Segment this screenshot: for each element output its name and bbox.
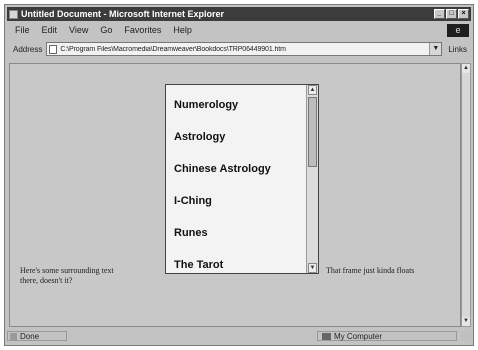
page-scroll-down-button[interactable]: ▼ — [462, 317, 470, 326]
floating-frame[interactable]: Numerology Astrology Chinese Astrology I… — [165, 84, 319, 274]
iframe-scroll-down-button[interactable]: ▼ — [308, 263, 317, 273]
title-bar: Untitled Document - Microsoft Internet E… — [7, 7, 471, 21]
surrounding-text-left-2: there, doesn't it? — [20, 276, 73, 285]
page-scroll-up-button[interactable]: ▲ — [462, 64, 470, 73]
iframe-scroll-up-button[interactable]: ▲ — [308, 85, 317, 95]
maximize-icon: □ — [449, 10, 454, 17]
iframe-scroll-thumb[interactable] — [308, 97, 317, 167]
iframe-item-chinese-astrology[interactable]: Chinese Astrology — [174, 153, 271, 185]
page-status-icon — [10, 332, 17, 340]
address-label: Address — [13, 44, 43, 54]
security-zone-panel: My Computer — [317, 331, 457, 341]
menu-bar: File Edit View Go Favorites Help — [7, 23, 471, 37]
close-button[interactable]: × — [458, 9, 469, 19]
menu-file[interactable]: File — [15, 25, 30, 35]
maximize-button[interactable]: □ — [446, 9, 457, 19]
status-done-panel: Done — [7, 331, 67, 341]
status-text: Done — [20, 331, 40, 341]
address-value[interactable]: C:\Program Files\Macromedia\Dreamweaver\… — [60, 46, 429, 53]
browser-window: Untitled Document - Microsoft Internet E… — [4, 4, 474, 346]
surrounding-text-left: Here's some surrounding text — [20, 266, 114, 275]
resize-grip[interactable] — [461, 331, 471, 341]
page-content: Here's some surrounding text there, does… — [9, 63, 461, 327]
iframe-item-tarot[interactable]: The Tarot — [174, 249, 271, 273]
links-button[interactable]: Links — [448, 45, 467, 54]
menu-go[interactable]: Go — [100, 25, 112, 35]
ie-app-icon — [9, 9, 18, 19]
iframe-item-numerology[interactable]: Numerology — [174, 89, 271, 121]
status-bar: Done My Computer — [7, 330, 471, 342]
iframe-scrollbar[interactable]: ▲ ▼ — [306, 85, 318, 273]
page-icon — [49, 44, 58, 54]
minimize-icon: _ — [437, 10, 442, 17]
address-field[interactable]: C:\Program Files\Macromedia\Dreamweaver\… — [46, 42, 443, 56]
menu-favorites[interactable]: Favorites — [124, 25, 161, 35]
iframe-item-i-ching[interactable]: I-Ching — [174, 185, 271, 217]
menu-edit[interactable]: Edit — [42, 25, 58, 35]
window-title: Untitled Document - Microsoft Internet E… — [21, 9, 225, 19]
zone-text: My Computer — [334, 331, 383, 341]
iframe-item-astrology[interactable]: Astrology — [174, 121, 271, 153]
ie-throbber-icon: e — [447, 24, 469, 37]
iframe-item-runes[interactable]: Runes — [174, 217, 271, 249]
minimize-button[interactable]: _ — [434, 9, 445, 19]
page-scrollbar[interactable]: ▲ ▼ — [461, 63, 471, 327]
computer-icon — [322, 332, 331, 340]
menu-view[interactable]: View — [69, 25, 88, 35]
close-icon: × — [461, 10, 466, 17]
address-dropdown-button[interactable]: ▼ — [429, 43, 442, 55]
address-bar: Address C:\Program Files\Macromedia\Drea… — [7, 40, 471, 58]
surrounding-text-right: That frame just kinda floats — [326, 266, 415, 275]
menu-help[interactable]: Help — [173, 25, 192, 35]
